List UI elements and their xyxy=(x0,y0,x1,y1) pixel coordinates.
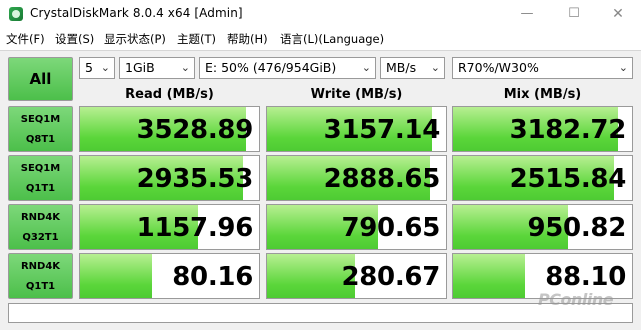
result-value: 3182.72 xyxy=(509,115,627,145)
test-button-seq1m-q1t1[interactable]: SEQ1M Q1T1 xyxy=(8,155,73,201)
app-icon xyxy=(9,7,23,21)
close-button[interactable]: ✕ xyxy=(600,2,636,26)
result-cell-write: 3157.14 xyxy=(266,106,447,152)
test-label-line2: Q1T1 xyxy=(25,281,56,292)
maximize-button[interactable]: ☐ xyxy=(556,2,592,26)
menu-file[interactable]: 文件(F) xyxy=(6,31,45,47)
test-size-select[interactable]: 1GiB ⌄ xyxy=(119,57,195,79)
chevron-down-icon: ⌄ xyxy=(100,61,110,74)
chevron-down-icon: ⌄ xyxy=(361,61,371,74)
result-bar xyxy=(80,254,152,298)
menu-bar: 文件(F) 设置(S) 显示状态(P) 主题(T) 帮助(H) 语言(L)(La… xyxy=(0,29,641,49)
result-value: 2935.53 xyxy=(136,164,254,194)
result-cell-mix: 950.82 xyxy=(452,204,633,250)
unit-value: MB/s xyxy=(386,60,417,75)
menu-theme[interactable]: 主题(T) xyxy=(177,31,216,47)
mix-ratio-value: R70%/W30% xyxy=(458,60,539,75)
chevron-down-icon: ⌄ xyxy=(618,61,628,74)
test-label-line1: SEQ1M xyxy=(20,163,61,174)
test-label-line1: RND4K xyxy=(20,261,61,272)
mix-ratio-select[interactable]: R70%/W30% ⌄ xyxy=(452,57,633,79)
column-header-write: Write (MB/s) xyxy=(310,87,403,102)
test-count-select[interactable]: 5 ⌄ xyxy=(79,57,115,79)
result-bar xyxy=(453,254,525,298)
drive-value: E: 50% (476/954GiB) xyxy=(205,60,337,75)
result-value: 950.82 xyxy=(527,213,626,243)
result-cell-read: 1157.96 xyxy=(79,204,260,250)
minimize-button[interactable]: — xyxy=(509,2,545,26)
result-value: 3528.89 xyxy=(136,115,254,145)
test-button-seq1m-q8t1[interactable]: SEQ1M Q8T1 xyxy=(8,106,73,152)
test-size-value: 1GiB xyxy=(125,60,155,75)
test-label-line2: Q1T1 xyxy=(25,183,56,194)
main-panel: All 5 ⌄ 1GiB ⌄ E: 50% (476/954GiB) ⌄ MB/… xyxy=(0,50,641,330)
result-cell-read: 2935.53 xyxy=(79,155,260,201)
result-cell-read: 3528.89 xyxy=(79,106,260,152)
result-value: 80.16 xyxy=(172,262,253,292)
test-label-line2: Q32T1 xyxy=(22,232,59,243)
result-cell-write: 790.65 xyxy=(266,204,447,250)
test-button-rnd4k-q1t1[interactable]: RND4K Q1T1 xyxy=(8,253,73,299)
result-value: 790.65 xyxy=(341,213,440,243)
result-cell-mix: 2515.84 xyxy=(452,155,633,201)
test-button-rnd4k-q32t1[interactable]: RND4K Q32T1 xyxy=(8,204,73,250)
menu-settings[interactable]: 设置(S) xyxy=(55,31,94,47)
test-label-line1: RND4K xyxy=(20,212,61,223)
result-value: 2888.65 xyxy=(323,164,441,194)
menu-help[interactable]: 帮助(H) xyxy=(227,31,268,47)
window-title: CrystalDiskMark 8.0.4 x64 [Admin] xyxy=(30,6,243,20)
chevron-down-icon: ⌄ xyxy=(430,61,440,74)
title-bar: CrystalDiskMark 8.0.4 x64 [Admin] — ☐ ✕ xyxy=(0,0,641,28)
column-header-mix: Mix (MB/s) xyxy=(503,87,582,102)
result-cell-mix: 3182.72 xyxy=(452,106,633,152)
unit-select[interactable]: MB/s ⌄ xyxy=(380,57,445,79)
column-header-read: Read (MB/s) xyxy=(125,87,214,102)
test-count-value: 5 xyxy=(85,60,93,75)
test-label-line1: SEQ1M xyxy=(20,114,61,125)
result-value: 280.67 xyxy=(341,262,440,292)
result-cell-write: 280.67 xyxy=(266,253,447,299)
all-button[interactable]: All xyxy=(8,57,73,101)
result-cell-write: 2888.65 xyxy=(266,155,447,201)
result-value: 3157.14 xyxy=(323,115,441,145)
result-value: 1157.96 xyxy=(136,213,254,243)
result-cell-read: 80.16 xyxy=(79,253,260,299)
menu-language[interactable]: 语言(L)(Language) xyxy=(280,31,384,47)
test-label-line2: Q8T1 xyxy=(25,134,56,145)
menu-view[interactable]: 显示状态(P) xyxy=(104,31,166,47)
drive-select[interactable]: E: 50% (476/954GiB) ⌄ xyxy=(199,57,376,79)
chevron-down-icon: ⌄ xyxy=(180,61,190,74)
watermark-logo: PConline xyxy=(538,290,614,309)
result-value: 2515.84 xyxy=(509,164,627,194)
